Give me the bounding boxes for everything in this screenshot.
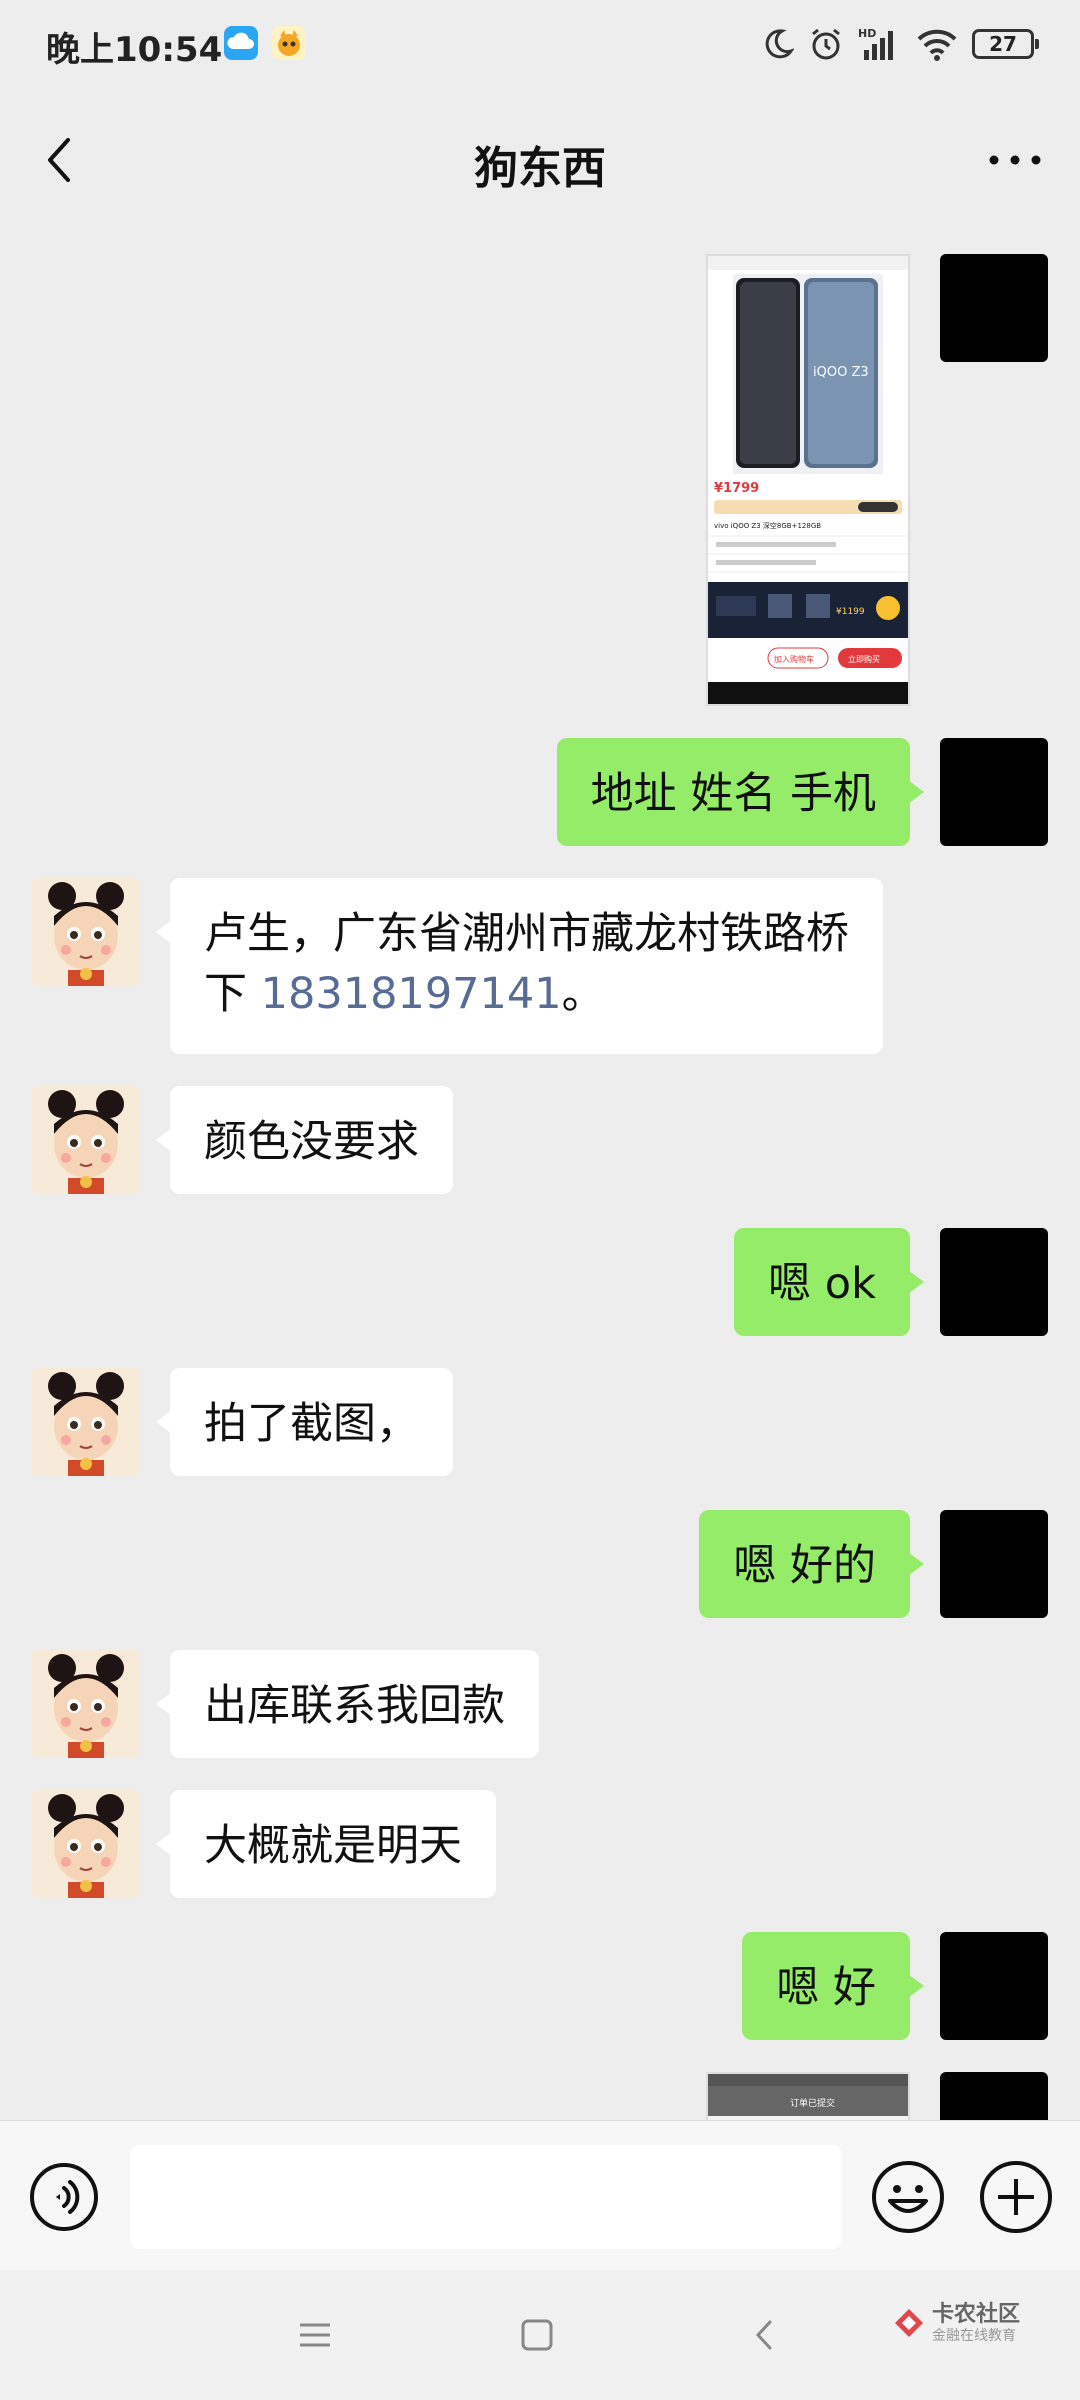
avatar-self[interactable] — [940, 738, 1048, 846]
alarm-icon — [812, 28, 840, 60]
voice-input-icon[interactable] — [28, 2161, 100, 2233]
message-contact[interactable]: 大概就是明天 — [156, 1790, 496, 1898]
avatar-contact[interactable] — [32, 1790, 140, 1898]
message-self[interactable]: 嗯 好 — [742, 1932, 924, 2040]
product-price: ¥1799 — [714, 481, 759, 496]
signal-icon: HD — [858, 27, 893, 60]
message-text-prefix: 下 — [204, 969, 261, 1019]
message-self[interactable]: 嗯 ok — [734, 1228, 924, 1336]
product-model: vivo iQOO Z3 深空8GB+128GB — [714, 521, 821, 530]
message-text-line2: 下 18318197141。 — [204, 964, 849, 1024]
message-self[interactable]: 嗯 好的 — [699, 1510, 924, 1618]
message-text: 出库联系我回款 — [204, 1681, 505, 1731]
promo-price: ¥1199 — [836, 607, 865, 617]
avatar-self[interactable] — [940, 1510, 1048, 1618]
order-screenshot-image: 订单已提交 — [708, 2074, 908, 2120]
message-text: 大概就是明天 — [204, 1821, 462, 1871]
cartoon-girl-avatar-image — [32, 878, 140, 986]
avatar-contact[interactable] — [32, 878, 140, 986]
image-message-product[interactable]: iQOO Z3 ¥1799 vivo iQOO Z3 深空8GB+128GB ¥… — [706, 254, 910, 706]
message-contact[interactable]: 颜色没要求 — [156, 1086, 453, 1194]
image-message-order[interactable]: 订单已提交 — [706, 2072, 910, 2120]
game-app-icon — [272, 26, 306, 60]
chat-screen: 晚上10:54 HD 27 狗东西 iQOO Z3 ¥1799 vivo iQO… — [0, 0, 1080, 2400]
product-brand-text: iQOO Z3 — [813, 365, 869, 380]
avatar-contact[interactable] — [32, 1368, 140, 1476]
cartoon-girl-avatar-image — [32, 1650, 140, 1758]
avatar-contact[interactable] — [32, 1086, 140, 1194]
message-list[interactable]: iQOO Z3 ¥1799 vivo iQOO Z3 深空8GB+128GB ¥… — [0, 230, 1080, 2120]
add-cart-label: 加入购物车 — [774, 654, 814, 664]
kanong-logo-icon — [894, 2309, 923, 2337]
message-text: 拍了截图， — [204, 1399, 419, 1449]
svg-text:HD: HD — [858, 27, 876, 40]
phone-number-link[interactable]: 18318197141 — [261, 969, 562, 1019]
avatar-self[interactable] — [940, 2072, 1048, 2120]
message-text: 嗯 ok — [768, 1259, 876, 1309]
status-icons: HD 27 — [760, 24, 1039, 64]
watermark-text: 卡农社区 金融在线教育 — [932, 2302, 1020, 2344]
menu-icon[interactable] — [290, 2310, 340, 2360]
battery-indicator: 27 — [972, 29, 1039, 59]
moon-icon — [765, 29, 794, 59]
message-text-line1: 卢生，广东省潮州市藏龙村铁路桥 — [204, 909, 849, 959]
home-icon[interactable] — [512, 2310, 562, 2360]
chat-header: 狗东西 — [0, 90, 1080, 230]
back-icon[interactable] — [740, 2310, 790, 2360]
message-text: 地址 姓名 手机 — [590, 769, 876, 819]
wifi-icon — [917, 29, 957, 61]
buy-now-label: 立即购买 — [848, 654, 880, 664]
order-screenshot-title: 订单已提交 — [790, 2097, 835, 2109]
status-bar: 晚上10:54 HD 27 — [0, 0, 1080, 90]
status-time: 晚上10:54 — [46, 30, 223, 70]
watermark: 卡农社区 金融在线教育 — [892, 2302, 1020, 2344]
message-text-input[interactable] — [130, 2145, 842, 2249]
more-options-icon[interactable] — [980, 130, 1050, 190]
cloud-app-icon — [224, 26, 258, 60]
message-contact[interactable]: 出库联系我回款 — [156, 1650, 539, 1758]
avatar-self[interactable] — [940, 1932, 1048, 2040]
message-self[interactable]: 地址 姓名 手机 — [556, 738, 925, 846]
product-screenshot-image: iQOO Z3 ¥1799 vivo iQOO Z3 深空8GB+128GB ¥… — [708, 256, 908, 704]
message-text-suffix: 。 — [561, 969, 605, 1019]
message-input-bar — [0, 2120, 1080, 2271]
add-more-icon[interactable] — [978, 2159, 1054, 2235]
message-text: 嗯 好的 — [733, 1541, 876, 1591]
cartoon-girl-avatar-image — [32, 1086, 140, 1194]
avatar-self[interactable] — [940, 1228, 1048, 1336]
cartoon-girl-avatar-image — [32, 1368, 140, 1476]
avatar-self[interactable] — [940, 254, 1048, 362]
watermark-sub-text: 金融在线教育 — [931, 2328, 1016, 2344]
avatar-contact[interactable] — [32, 1650, 140, 1758]
message-contact[interactable]: 拍了截图， — [156, 1368, 453, 1476]
message-text: 嗯 好 — [776, 1963, 876, 2013]
emoji-icon[interactable] — [870, 2159, 946, 2235]
chat-title: 狗东西 — [474, 143, 606, 194]
watermark-main-text: 卡农社区 — [931, 2302, 1020, 2327]
system-navigation-bar: 卡农社区 金融在线教育 — [0, 2270, 1080, 2400]
cartoon-girl-avatar-image — [32, 1790, 140, 1898]
message-text: 颜色没要求 — [204, 1117, 419, 1167]
message-contact[interactable]: 卢生，广东省潮州市藏龙村铁路桥 下 18318197141。 — [156, 878, 883, 1054]
